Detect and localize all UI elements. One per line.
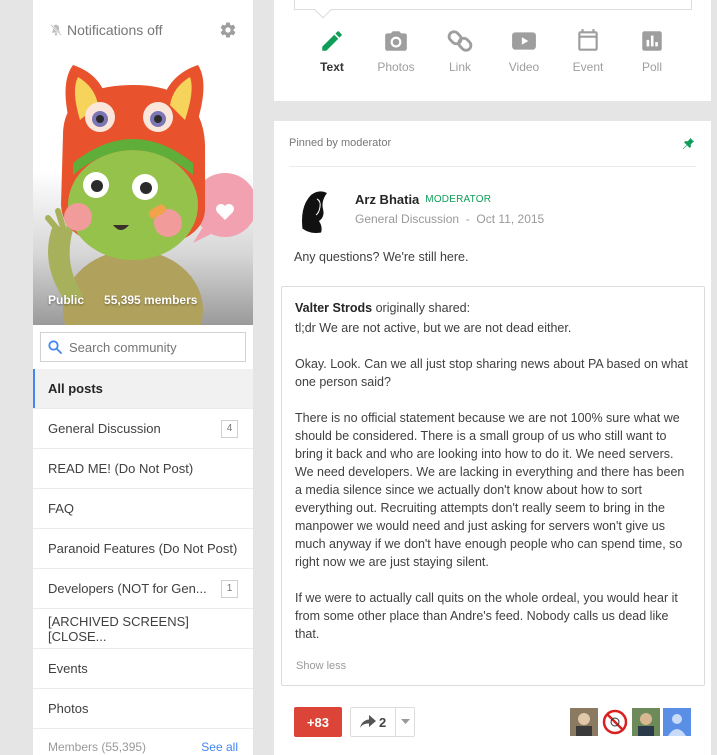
tool-label: Photos <box>377 60 415 74</box>
post-text: Any questions? We're still here. <box>294 250 469 264</box>
share-link-button[interactable]: Link <box>428 28 492 74</box>
share-event-button[interactable]: Event <box>556 28 620 74</box>
moderator-badge: MODERATOR <box>425 194 492 205</box>
nav-item-count: 1 <box>221 579 238 598</box>
nav-item-faq[interactable]: FAQ <box>33 489 253 529</box>
tool-label: Link <box>448 60 471 74</box>
category-nav: All posts General Discussion 4 READ ME! … <box>33 369 253 729</box>
nav-item-read-me[interactable]: READ ME! (Do Not Post) <box>33 449 253 489</box>
author-silhouette <box>293 187 339 233</box>
calendar-icon <box>578 29 598 51</box>
nav-item-label: Events <box>48 661 88 676</box>
tool-label: Event <box>572 60 604 74</box>
nav-item-general-discussion[interactable]: General Discussion 4 <box>33 409 253 449</box>
link-icon <box>447 30 473 52</box>
see-all-link[interactable]: See all <box>201 740 238 754</box>
author-avatar[interactable] <box>293 187 339 233</box>
nav-item-label: READ ME! (Do Not Post) <box>48 461 194 476</box>
pinned-post-card: Pinned by moderator Arz Bhatia MODERATOR… <box>274 121 711 755</box>
community-cover-image: Public 55,395 members <box>33 45 253 325</box>
show-less-link[interactable]: Show less <box>296 657 346 675</box>
video-play-icon <box>512 32 536 50</box>
header-divider <box>289 166 696 167</box>
share-video-button[interactable]: Video <box>492 28 556 74</box>
nav-item-count: 4 <box>221 419 238 438</box>
tool-label: Poll <box>641 60 662 74</box>
pencil-icon <box>322 31 342 51</box>
nav-item-developers[interactable]: Developers (NOT for Gen... 1 <box>33 569 253 609</box>
shared-paragraph: If we were to actually call quits on the… <box>295 591 678 641</box>
plus-oner-avatar[interactable] <box>663 708 691 736</box>
members-section-header: Members (55,395) See all <box>48 740 238 754</box>
plus-oners-avatars <box>570 708 691 736</box>
reshare-count: 2 <box>379 714 387 730</box>
post-actions: +83 2 <box>294 707 416 737</box>
reshare-button[interactable]: 2 <box>351 708 397 736</box>
share-input[interactable] <box>294 0 692 10</box>
pin-icon[interactable] <box>681 137 695 151</box>
meta-separator: - <box>462 212 474 226</box>
nav-item-label: [ARCHIVED SCREENS] [CLOSE... <box>48 613 189 644</box>
share-poll-button[interactable]: Poll <box>620 28 684 74</box>
share-text-button[interactable]: Text <box>300 28 364 74</box>
nav-item-archived-screens[interactable]: [ARCHIVED SCREENS] [CLOSE... <box>33 609 253 649</box>
monster-illustration <box>45 65 253 325</box>
tool-label: Video <box>508 60 540 74</box>
notifications-label: Notifications off <box>67 22 163 38</box>
visibility-label: Public <box>48 293 85 307</box>
shared-paragraph: There is no official statement because w… <box>295 411 685 569</box>
nav-item-all-posts[interactable]: All posts <box>33 369 253 409</box>
nav-item-label: Photos <box>48 701 89 716</box>
shared-author[interactable]: Valter Strods <box>295 301 372 315</box>
pinned-label: Pinned by moderator <box>289 137 392 149</box>
post-meta: General Discussion - Oct 11, 2015 <box>355 212 544 226</box>
community-search[interactable] <box>40 332 246 362</box>
default-user-icon <box>663 708 691 736</box>
bell-off-icon <box>50 24 62 36</box>
no-symbol-icon <box>601 708 629 736</box>
shared-suffix: originally shared: <box>375 301 471 315</box>
nav-item-label: FAQ <box>48 501 75 516</box>
author-line: Arz Bhatia MODERATOR <box>355 192 491 207</box>
nav-item-label: General Discussion <box>48 421 161 436</box>
shared-paragraph: tl;dr We are not active, but we are not … <box>295 321 572 335</box>
reshare-control: 2 <box>350 707 416 737</box>
camera-icon <box>385 31 407 51</box>
user-photo <box>632 708 660 736</box>
nav-item-photos[interactable]: Photos <box>33 689 253 729</box>
share-tools: Text Photos Link Video Event Poll <box>300 28 684 74</box>
plus-oner-avatar[interactable] <box>632 708 660 736</box>
plus-oner-avatar[interactable] <box>570 708 598 736</box>
tool-label: Text <box>320 60 344 74</box>
community-sidebar: Notifications off Public 55,395 members … <box>33 0 253 755</box>
share-box: Text Photos Link Video Event Poll <box>274 0 711 101</box>
nav-item-paranoid-features[interactable]: Paranoid Features (Do Not Post) <box>33 529 253 569</box>
plus-one-button[interactable]: +83 <box>294 707 342 737</box>
reshare-dropdown[interactable] <box>396 719 414 725</box>
post-date[interactable]: Oct 11, 2015 <box>476 212 544 226</box>
nav-item-label: All posts <box>48 381 103 396</box>
shared-attribution: Valter Strods originally shared: <box>295 299 691 317</box>
reshared-post: Valter Strods originally shared: tl;dr W… <box>281 286 705 686</box>
shared-paragraph: Okay. Look. Can we all just stop sharing… <box>295 357 688 389</box>
nav-item-label: Developers (NOT for Gen... <box>48 581 207 596</box>
nav-item-events[interactable]: Events <box>33 649 253 689</box>
chevron-down-icon <box>400 719 410 724</box>
community-meta: Public 55,395 members <box>48 293 197 307</box>
user-photo <box>570 708 598 736</box>
author-name[interactable]: Arz Bhatia <box>355 192 419 207</box>
plus-oner-avatar[interactable] <box>601 708 629 736</box>
post-category[interactable]: General Discussion <box>355 212 459 226</box>
gear-icon[interactable] <box>219 21 237 39</box>
member-count: 55,395 members <box>104 293 198 307</box>
share-arrow-icon <box>360 715 376 728</box>
share-photos-button[interactable]: Photos <box>364 28 428 74</box>
search-input[interactable] <box>69 339 229 355</box>
search-icon <box>48 340 62 354</box>
poll-icon <box>642 31 662 51</box>
nav-item-label: Paranoid Features (Do Not Post) <box>48 541 238 556</box>
members-label: Members (55,395) <box>48 740 147 754</box>
